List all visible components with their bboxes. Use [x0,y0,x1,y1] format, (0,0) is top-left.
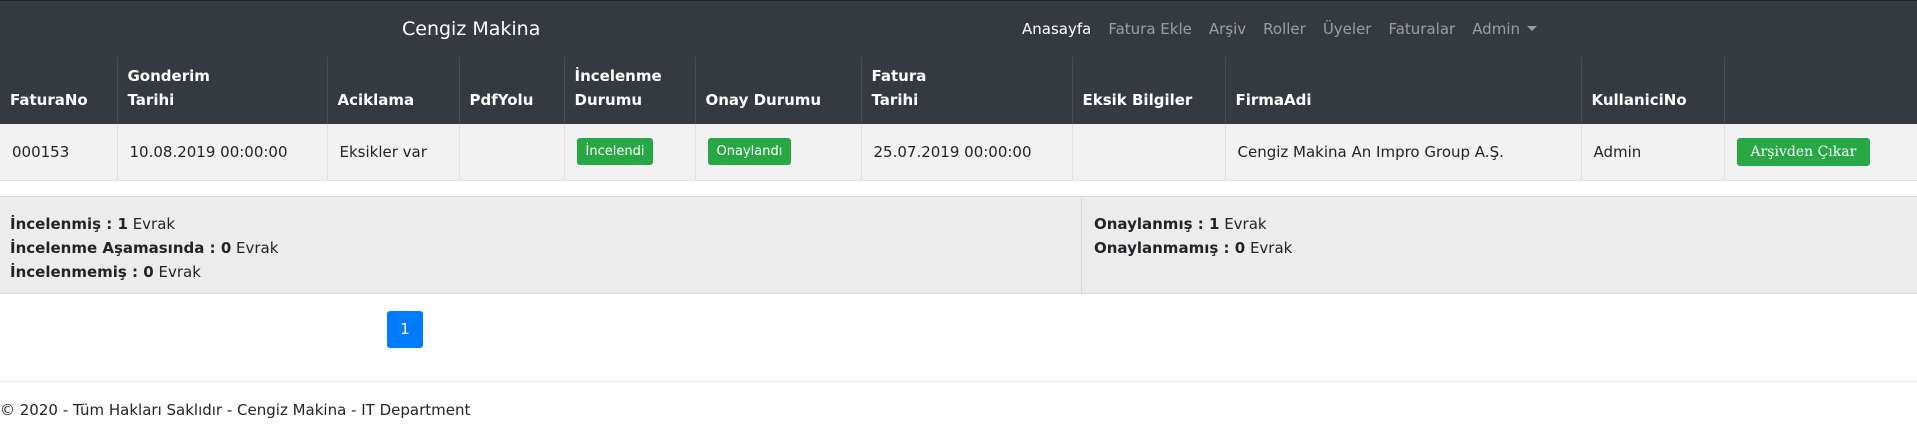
header-fatura-no: FaturaNo [0,57,118,124]
header-fatura-tarihi: Fatura Tarihi [861,57,1073,124]
summary-reviewed-label: İncelenmiş : [10,215,118,233]
header-fatura-tarihi-line1: Fatura [871,67,927,85]
summary-approved-count: 1 [1208,215,1220,233]
header-firma-adi: FirmaAdi [1225,57,1582,124]
header-inceleme-line2: Durumu [574,91,643,109]
header-gonderim-line1: Gonderim [127,67,210,85]
cell-firma-adi: Cengiz Makina An Impro Group A.Ş. [1225,124,1582,181]
invoice-table: FaturaNo Gonderim Tarihi Aciklama PdfYolu… [0,57,1917,181]
summary-in-review-label: İncelenme Aşamasında : [10,239,221,257]
header-actions [1724,57,1917,124]
header-onay-durumu: Onay Durumu [695,57,862,124]
summary-reviewed-count: 1 [117,215,128,233]
nav-item-add-invoice[interactable]: Fatura Ekle [1108,20,1192,38]
cell-kullanici-no: Admin [1581,124,1725,181]
cell-pdf-yolu [459,124,565,181]
summary-unit: Evrak [236,239,279,257]
header-kullanici-no: KullaniciNo [1581,57,1725,124]
summary-in-review: İncelenme Aşamasında : 0 Evrak [10,236,278,260]
navbar: Cengiz Makina Anasayfa Fatura Ekle Arşiv… [0,0,1917,57]
approved-status-button[interactable]: Onaylandı [707,138,792,166]
cell-gonderim-tarihi: 10.08.2019 00:00:00 [117,124,328,181]
nav-item-members[interactable]: Üyeler [1323,20,1372,38]
summary-not-approved-count: 0 [1234,239,1246,257]
summary-not-approved: Onaylanmamış : 0 Evrak [1094,236,1292,260]
summary-not-approved-label: Onaylanmamış : [1094,239,1235,257]
nav-item-home[interactable]: Anasayfa [1022,20,1091,38]
header-fatura-tarihi-line2: Tarihi [871,91,919,109]
admin-label: Admin [1472,20,1520,38]
summary-not-reviewed-label: İncelenmemiş : [10,263,144,281]
review-summary: İncelenmiş : 1 Evrak İncelenme Aşamasınd… [10,212,278,284]
cell-onay-durumu: Onaylandı [695,124,862,181]
unarchive-button[interactable]: Arşivden Çıkar [1736,137,1871,166]
pagination-page-1[interactable]: 1 [387,311,423,348]
header-aciklama: Aciklama [327,57,460,124]
summary-reviewed: İncelenmiş : 1 Evrak [10,212,278,236]
header-gonderim-line2: Tarihi [127,91,175,109]
summary-in-review-count: 0 [220,239,232,257]
summary-approved: Onaylanmış : 1 Evrak [1094,212,1292,236]
header-pdf-yolu: PdfYolu [459,57,565,124]
reviewed-status-button[interactable]: İncelendi [576,138,654,166]
header-inceleme-durumu: İncelenme Durumu [564,57,696,124]
cell-inceleme-durumu: İncelendi [564,124,696,181]
nav-item-archive[interactable]: Arşiv [1209,20,1246,38]
summary-divider [1081,197,1082,293]
brand-title[interactable]: Cengiz Makina [402,18,540,40]
summary-not-reviewed: İncelenmemiş : 0 Evrak [10,260,278,284]
summary-unit: Evrak [132,215,176,233]
summary-not-reviewed-count: 0 [143,263,154,281]
table-header-row: FaturaNo Gonderim Tarihi Aciklama PdfYolu… [0,57,1917,124]
nav-item-admin-dropdown[interactable]: Admin [1472,20,1537,38]
summary-unit: Evrak [1224,215,1267,233]
cell-fatura-no: 000153 [0,124,118,181]
nav-menu: Anasayfa Fatura Ekle Arşiv Roller Üyeler… [1022,20,1554,38]
summary-unit: Evrak [1249,239,1293,257]
header-gonderim-tarihi: Gonderim Tarihi [117,57,328,124]
header-inceleme-line1: İncelenme [574,67,662,85]
nav-item-roles[interactable]: Roller [1263,20,1306,38]
footer-copyright: © 2020 - Tüm Hakları Saklıdır - Cengiz M… [0,401,471,419]
header-eksik-bilgiler: Eksik Bilgiler [1072,57,1226,124]
summary-panel: İncelenmiş : 1 Evrak İncelenme Aşamasınd… [0,196,1917,294]
table-row: 000153 10.08.2019 00:00:00 Eksikler var … [0,124,1917,181]
footer-divider [0,381,1917,382]
caret-down-icon [1527,26,1537,31]
cell-aciklama: Eksikler var [327,124,460,181]
nav-item-invoices[interactable]: Faturalar [1388,20,1455,38]
summary-unit: Evrak [158,263,201,281]
summary-approved-label: Onaylanmış : [1094,215,1209,233]
cell-eksik-bilgiler [1072,124,1226,181]
cell-fatura-tarihi: 25.07.2019 00:00:00 [861,124,1073,181]
approval-summary: Onaylanmış : 1 Evrak Onaylanmamış : 0 Ev… [1094,212,1292,260]
cell-actions: Arşivden Çıkar [1724,124,1917,181]
